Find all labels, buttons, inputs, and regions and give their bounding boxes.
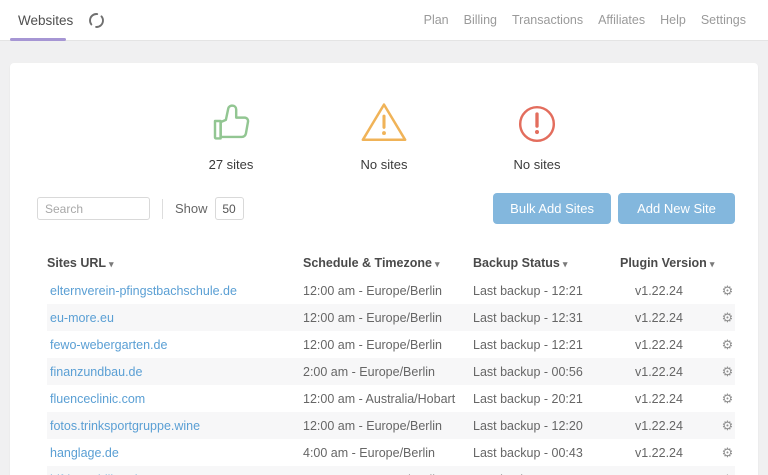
sites-table: Sites URL ▾ Schedule & Timezone ▾ Backup S… xyxy=(47,250,735,475)
row-settings-gear-icon[interactable]: ⚙ xyxy=(720,472,735,475)
warning-triangle-icon xyxy=(359,100,409,150)
nav-plan[interactable]: Plan xyxy=(424,13,449,27)
site-url-link[interactable]: finanzundbau.de xyxy=(47,365,303,379)
table-row: hjf-immobilien.de 12:00 am - Europe/Berl… xyxy=(47,466,735,475)
row-settings-gear-icon[interactable]: ⚙ xyxy=(720,391,735,407)
row-settings-gear-icon[interactable]: ⚙ xyxy=(720,310,735,326)
backup-status-cell: Last backup - 20:21 xyxy=(473,391,583,406)
header-plugin-version[interactable]: Plugin Version ▾ xyxy=(620,256,720,270)
table-row: eu-more.eu 12:00 am - Europe/Berlin Last… xyxy=(47,304,735,331)
table-row: hanglage.de 4:00 am - Europe/Berlin Last… xyxy=(47,439,735,466)
nav-transactions[interactable]: Transactions xyxy=(512,13,583,27)
site-url-link[interactable]: elternverein-pfingstbachschule.de xyxy=(47,284,303,298)
header-label: Sites URL xyxy=(47,255,107,270)
table-header-row: Sites URL ▾ Schedule & Timezone ▾ Backup S… xyxy=(47,250,735,275)
show-count-input[interactable] xyxy=(214,197,244,220)
backup-status-cell: Last backup - 12:21 xyxy=(473,283,583,298)
plugin-version-cell: v1.22.24 xyxy=(635,391,683,406)
topbar: Websites Plan Billing Transactions Affil… xyxy=(0,0,768,41)
header-schedule-timezone[interactable]: Schedule & Timezone ▾ xyxy=(303,256,473,270)
stat-healthy: 27 sites xyxy=(181,88,281,172)
table-row: fluenceclinic.com 12:00 am - Australia/H… xyxy=(47,385,735,412)
show-label: Show xyxy=(175,201,208,216)
table-row: finanzundbau.de 2:00 am - Europe/Berlin … xyxy=(47,358,735,385)
nav-affiliates[interactable]: Affiliates xyxy=(598,13,645,27)
bulk-add-sites-button[interactable]: Bulk Add Sites xyxy=(493,193,611,224)
thumbs-up-icon xyxy=(209,100,254,150)
site-url-link[interactable]: hanglage.de xyxy=(47,446,303,460)
schedule-timezone-cell: 4:00 am - Europe/Berlin xyxy=(303,445,436,460)
nav-settings[interactable]: Settings xyxy=(701,13,746,27)
add-new-site-button[interactable]: Add New Site xyxy=(618,193,735,224)
status-summary: 27 sites No sites No sites xyxy=(10,88,758,172)
site-url-link[interactable]: fewo-webergarten.de xyxy=(47,338,303,352)
table-body: elternverein-pfingstbachschule.de 12:00 … xyxy=(47,277,735,475)
chevron-down-icon: ▾ xyxy=(562,258,568,269)
plugin-version-cell: v1.22.24 xyxy=(635,445,683,460)
warning-sites-count: No sites xyxy=(360,157,408,172)
nav-billing[interactable]: Billing xyxy=(464,13,497,27)
healthy-sites-count: 27 sites xyxy=(208,157,254,172)
plugin-version-cell: v1.22.24 xyxy=(635,337,683,352)
table-row: fewo-webergarten.de 12:00 am - Europe/Be… xyxy=(47,331,735,358)
backup-status-cell: Last backup - 12:31 xyxy=(473,310,583,325)
schedule-timezone-cell: 12:00 am - Australia/Hobart xyxy=(303,391,456,406)
chevron-down-icon: ▾ xyxy=(434,258,440,269)
tab-websites[interactable]: Websites xyxy=(18,13,73,28)
site-url-link[interactable]: fluenceclinic.com xyxy=(47,392,303,406)
search-input[interactable] xyxy=(37,197,150,220)
site-url-link[interactable]: fotos.trinksportgruppe.wine xyxy=(47,419,303,433)
top-navigation: Plan Billing Transactions Affiliates Hel… xyxy=(424,13,746,27)
schedule-timezone-cell: 12:00 am - Europe/Berlin xyxy=(303,310,442,325)
table-controls: Show Bulk Add Sites Add New Site xyxy=(37,193,735,224)
header-label: Schedule & Timezone xyxy=(303,255,432,270)
backup-status-cell: Last backup - 12:20 xyxy=(473,418,583,433)
header-label: Backup Status xyxy=(473,255,560,270)
controls-divider xyxy=(162,198,163,219)
nav-help[interactable]: Help xyxy=(660,13,686,27)
stat-warning: No sites xyxy=(334,88,434,172)
stat-error: No sites xyxy=(487,88,587,172)
schedule-timezone-cell: 12:00 am - Europe/Berlin xyxy=(303,337,442,352)
row-settings-gear-icon[interactable]: ⚙ xyxy=(720,283,735,299)
main-panel: 27 sites No sites No sites Search Show 5… xyxy=(10,63,758,475)
site-url-link[interactable]: eu-more.eu xyxy=(47,311,303,325)
header-sites-url[interactable]: Sites URL ▾ xyxy=(47,256,303,270)
backup-status-cell: Last backup - 12:21 xyxy=(473,337,583,352)
error-sites-count: No sites xyxy=(513,157,561,172)
row-settings-gear-icon[interactable]: ⚙ xyxy=(720,418,735,434)
table-row: fotos.trinksportgruppe.wine 12:00 am - E… xyxy=(47,412,735,439)
row-settings-gear-icon[interactable]: ⚙ xyxy=(720,445,735,461)
row-settings-gear-icon[interactable]: ⚙ xyxy=(720,337,735,353)
active-tab-underline xyxy=(10,38,66,41)
header-backup-status[interactable]: Backup Status ▾ xyxy=(473,256,620,270)
schedule-timezone-cell: 12:00 am - Europe/Berlin xyxy=(303,283,442,298)
plugin-version-cell: v1.22.24 xyxy=(635,418,683,433)
plugin-version-cell: v1.22.24 xyxy=(635,283,683,298)
error-circle-icon xyxy=(516,103,558,150)
chevron-down-icon: ▾ xyxy=(109,258,114,269)
schedule-timezone-cell: 12:00 am - Europe/Berlin xyxy=(303,418,442,433)
plugin-version-cell: v1.22.24 xyxy=(635,364,683,379)
chevron-down-icon: ▾ xyxy=(709,258,715,269)
schedule-timezone-cell: 2:00 am - Europe/Berlin xyxy=(303,364,436,379)
refresh-icon[interactable] xyxy=(87,11,106,30)
plugin-version-cell: v1.22.24 xyxy=(635,310,683,325)
backup-status-cell: Last backup - 00:56 xyxy=(473,364,583,379)
backup-status-cell: Last backup - 00:43 xyxy=(473,445,583,460)
header-label: Plugin Version xyxy=(620,255,707,270)
row-settings-gear-icon[interactable]: ⚙ xyxy=(720,364,735,380)
table-row: elternverein-pfingstbachschule.de 12:00 … xyxy=(47,277,735,304)
